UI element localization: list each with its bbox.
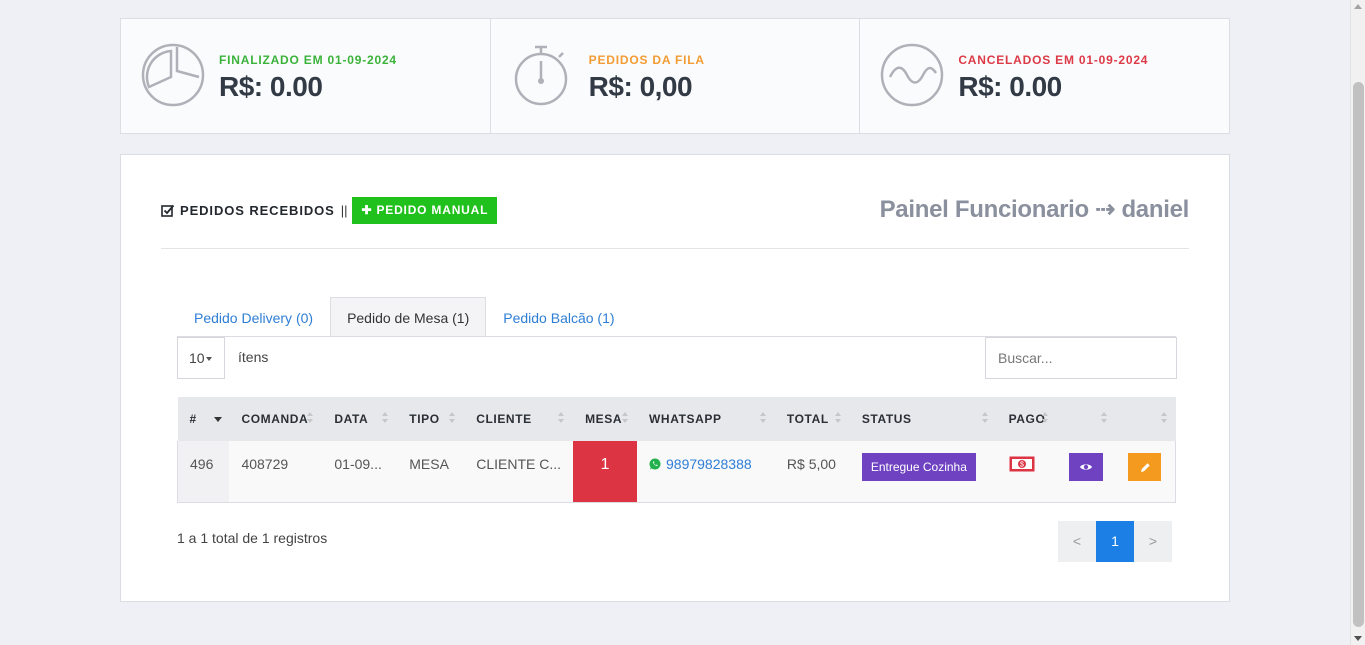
col-tipo[interactable]: TIPO bbox=[397, 397, 465, 441]
sort-icon bbox=[1100, 412, 1108, 426]
stats-bar: FINALIZADO EM 01-09-2024 R$: 0.00 PEDIDO… bbox=[120, 18, 1230, 134]
col-edit[interactable] bbox=[1116, 397, 1176, 441]
scroll-down-icon[interactable] bbox=[1354, 636, 1362, 641]
sort-icon bbox=[448, 412, 456, 426]
edit-button[interactable] bbox=[1128, 453, 1162, 481]
orders-panel: PEDIDOS RECEBIDOS || ✚ PEDIDO MANUAL Pai… bbox=[120, 154, 1230, 602]
panel-title: PEDIDOS RECEBIDOS bbox=[180, 203, 335, 218]
sort-icon bbox=[1160, 412, 1168, 426]
stat-value: R$: 0.00 bbox=[219, 71, 323, 102]
col-mesa[interactable]: MESA bbox=[573, 397, 637, 441]
status-badge[interactable]: Entregue Cozinha bbox=[861, 453, 976, 481]
tab-mesa[interactable]: Pedido de Mesa (1) bbox=[330, 297, 487, 337]
stat-value: R$: 0.00 bbox=[958, 71, 1062, 102]
sort-icon bbox=[557, 412, 565, 426]
col-comanda[interactable]: COMANDA bbox=[229, 397, 323, 441]
sort-icon bbox=[759, 412, 767, 426]
stat-label: CANCELADOS EM 01-09-2024 bbox=[958, 53, 1149, 67]
sort-icon bbox=[834, 412, 842, 426]
cell-cliente: CLIENTE C... bbox=[464, 441, 574, 503]
caret-down-icon bbox=[205, 357, 212, 362]
orders-table: # COMANDA DATA TIPO CLIENTE MESA WHATSAP… bbox=[177, 397, 1177, 503]
page-length-label: ítens bbox=[238, 349, 269, 365]
pagination: < 1 > bbox=[1058, 521, 1172, 562]
stopwatch-icon bbox=[514, 45, 567, 106]
prev-page-button[interactable]: < bbox=[1058, 521, 1096, 562]
cell-status: Entregue Cozinha bbox=[849, 441, 997, 503]
view-button[interactable] bbox=[1068, 453, 1103, 481]
col-id[interactable]: # bbox=[177, 397, 230, 441]
cell-comanda: 408729 bbox=[229, 441, 323, 503]
pencil-icon bbox=[1140, 463, 1150, 472]
col-view[interactable] bbox=[1056, 397, 1117, 441]
col-total[interactable]: TOTAL bbox=[774, 397, 850, 441]
sort-icon bbox=[381, 412, 389, 426]
header-separator: || bbox=[340, 203, 348, 218]
panel-header: PEDIDOS RECEBIDOS || ✚ PEDIDO MANUAL bbox=[161, 197, 498, 224]
plus-icon: ✚ bbox=[361, 203, 377, 217]
stat-fila: PEDIDOS DA FILA R$: 0,00 bbox=[491, 19, 861, 133]
stat-label: FINALIZADO EM 01-09-2024 bbox=[219, 53, 397, 67]
sort-icon bbox=[306, 412, 314, 426]
cell-view bbox=[1056, 441, 1117, 503]
divider bbox=[161, 248, 1189, 249]
order-tabs: Pedido Delivery (0) Pedido de Mesa (1) P… bbox=[177, 297, 632, 337]
eye-icon bbox=[1079, 464, 1092, 470]
cell-id: 496 bbox=[177, 441, 230, 503]
sort-icon bbox=[621, 412, 629, 426]
stat-label: PEDIDOS DA FILA bbox=[588, 53, 705, 67]
table-info: 1 a 1 total de 1 registros bbox=[177, 530, 328, 546]
page-1-button[interactable]: 1 bbox=[1096, 521, 1134, 562]
wave-icon bbox=[881, 43, 944, 107]
cell-mesa: 1 bbox=[573, 441, 637, 503]
col-data[interactable]: DATA bbox=[322, 397, 398, 441]
checkbox-icon bbox=[161, 204, 175, 217]
manual-order-label: PEDIDO MANUAL bbox=[376, 203, 489, 217]
page-length-select[interactable]: 10 bbox=[177, 337, 225, 379]
table-row: 496 408729 01-09... MESA CLIENTE C... 1 … bbox=[177, 441, 1177, 503]
money-icon[interactable]: $ bbox=[1009, 456, 1035, 472]
vertical-scrollbar[interactable] bbox=[1350, 0, 1365, 645]
stat-finalizado: FINALIZADO EM 01-09-2024 R$: 0.00 bbox=[121, 19, 491, 133]
sort-desc-icon bbox=[213, 412, 223, 426]
next-page-button[interactable]: > bbox=[1134, 521, 1172, 562]
scrollbar-thumb[interactable] bbox=[1353, 82, 1364, 627]
search-input[interactable] bbox=[985, 337, 1177, 379]
sort-icon bbox=[1041, 412, 1049, 426]
tab-delivery[interactable]: Pedido Delivery (0) bbox=[177, 297, 330, 337]
cell-tipo: MESA bbox=[397, 441, 465, 503]
whatsapp-icon bbox=[649, 458, 661, 470]
employee-panel-title: Painel Funcionario ⇢ daniel bbox=[879, 196, 1190, 223]
cell-pago: $ bbox=[996, 441, 1057, 503]
tab-balcao[interactable]: Pedido Balcão (1) bbox=[486, 297, 631, 337]
stat-value: R$: 0,00 bbox=[588, 71, 693, 102]
manual-order-button[interactable]: ✚ PEDIDO MANUAL bbox=[352, 197, 498, 224]
col-whatsapp[interactable]: WHATSAPP bbox=[637, 397, 775, 441]
cell-data: 01-09... bbox=[322, 441, 398, 503]
col-cliente[interactable]: CLIENTE bbox=[464, 397, 574, 441]
cell-edit bbox=[1116, 441, 1177, 503]
svg-text:$: $ bbox=[1020, 462, 1024, 469]
cell-whatsapp: 98979828388 bbox=[637, 441, 775, 503]
table-header-row: # COMANDA DATA TIPO CLIENTE MESA WHATSAP… bbox=[177, 397, 1176, 441]
whatsapp-number: 98979828388 bbox=[666, 456, 752, 472]
page-length-value: 10 bbox=[189, 350, 205, 366]
scroll-up-icon[interactable] bbox=[1354, 4, 1362, 9]
col-pago[interactable]: PAGO bbox=[996, 397, 1057, 441]
whatsapp-link[interactable]: 98979828388 bbox=[649, 456, 752, 472]
cell-total: R$ 5,00 bbox=[774, 441, 850, 503]
pie-chart-icon bbox=[141, 43, 205, 107]
sort-icon bbox=[981, 412, 989, 426]
stat-cancelados: CANCELADOS EM 01-09-2024 R$: 0.00 bbox=[860, 19, 1229, 133]
col-status[interactable]: STATUS bbox=[849, 397, 997, 441]
